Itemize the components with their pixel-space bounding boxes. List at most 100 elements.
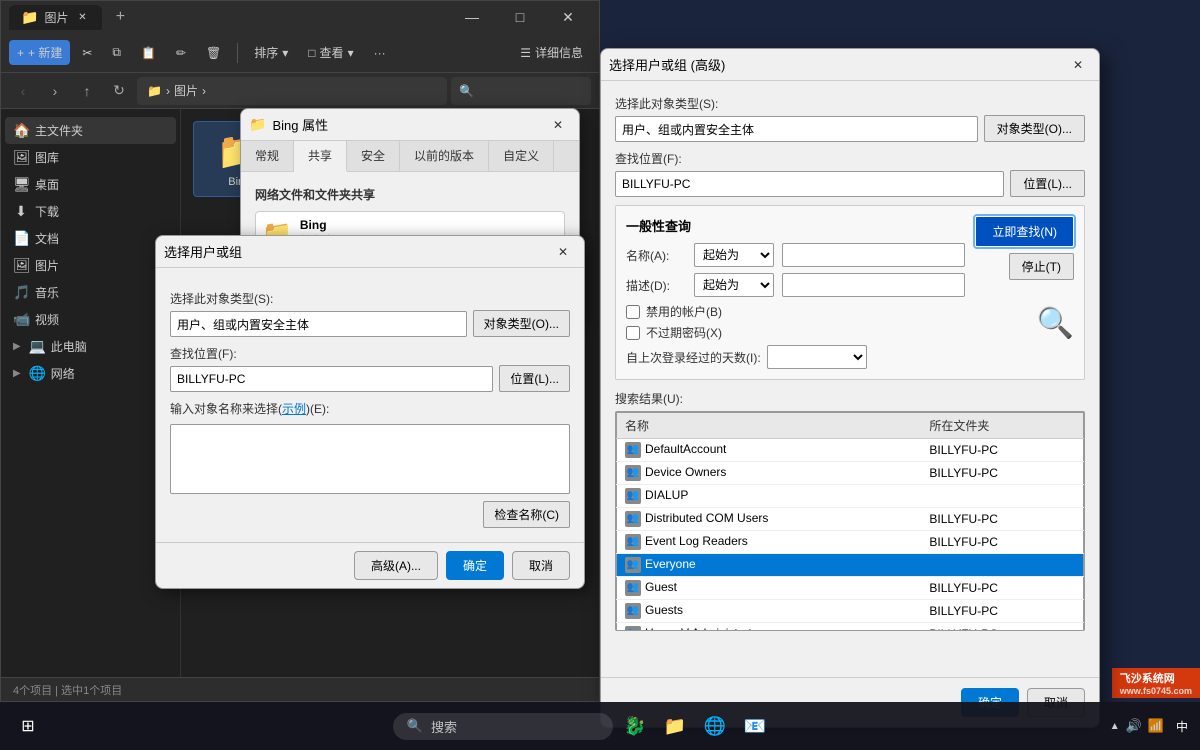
tab-general[interactable]: 常规 [241, 141, 294, 171]
desc-query-select[interactable]: 起始为 [694, 273, 774, 297]
table-row[interactable]: 👥DIALUP [617, 485, 1084, 508]
table-row[interactable]: 👥Device Owners BILLYFU-PC [617, 462, 1084, 485]
cut-btn[interactable]: ✂ [74, 42, 100, 64]
tray-volume-icon[interactable]: 🔊 [1126, 718, 1142, 734]
adv-object-type-input[interactable] [615, 116, 978, 142]
sidebar-item-network[interactable]: ▶ 🌐 网络 [5, 360, 176, 387]
results-scroll[interactable]: 名称 所在文件夹 👥DefaultAccount BILLYFU-PC 👥Dev… [615, 411, 1085, 631]
sidebar-item-gallery[interactable]: 🖼 图库 [5, 144, 176, 171]
start-btn[interactable]: ⊞ [8, 706, 48, 746]
select-user-cancel-btn[interactable]: 取消 [512, 551, 570, 580]
taskbar-icon-dragon[interactable]: 🐉 [617, 708, 653, 744]
tab-previous-versions[interactable]: 以前的版本 [400, 141, 489, 171]
sidebar-label-documents: 文档 [35, 230, 59, 247]
documents-icon: 📄 [13, 230, 29, 247]
new-btn[interactable]: + + 新建 [9, 40, 70, 65]
name-query-input[interactable] [782, 243, 965, 267]
sort-btn[interactable]: 排序 ▾ [246, 40, 296, 65]
copy-btn[interactable]: ⧉ [104, 41, 129, 64]
adv-object-type-btn[interactable]: 对象类型(O)... [984, 115, 1085, 142]
tray-arrow-icon[interactable]: ▲ [1110, 721, 1120, 732]
tab-share[interactable]: 共享 [294, 141, 347, 172]
bing-close-btn[interactable]: ✕ [545, 112, 571, 138]
col-folder[interactable]: 所在文件夹 [921, 413, 1083, 439]
table-row[interactable]: 👥DefaultAccount BILLYFU-PC [617, 439, 1084, 462]
example-link[interactable]: 示例 [282, 402, 306, 416]
select-user-close-btn[interactable]: ✕ [550, 239, 576, 265]
col-name[interactable]: 名称 [617, 413, 922, 439]
sidebar-item-documents[interactable]: 📄 文档 [5, 225, 176, 252]
sidebar-item-pictures[interactable]: 🖼 图片 [5, 252, 176, 279]
no-expire-pwd-row: 不过期密码(X) [626, 324, 965, 341]
sidebar-label-desktop: 桌面 [35, 176, 59, 193]
advanced-close-btn[interactable]: ✕ [1065, 52, 1091, 78]
result-name: 👥Distributed COM Users [617, 508, 922, 531]
object-name-textarea[interactable] [170, 424, 570, 494]
no-expire-pwd-checkbox[interactable] [626, 326, 640, 340]
select-user-content: 选择此对象类型(S): 对象类型(O)... 查找位置(F): 位置(L)...… [156, 268, 584, 542]
table-row[interactable]: 👥Hyper-V Administrators BILLYFU-PC [617, 623, 1084, 632]
details-btn[interactable]: ☰ 详细信息 [512, 40, 591, 65]
home-icon: 🏠 [13, 122, 29, 139]
tab-security[interactable]: 安全 [347, 141, 400, 171]
forward-btn[interactable]: › [41, 77, 69, 105]
object-type-input[interactable] [170, 311, 467, 337]
taskbar-search[interactable]: 🔍 搜索 [393, 713, 613, 740]
table-row[interactable]: 👥Event Log Readers BILLYFU-PC [617, 531, 1084, 554]
taskbar-icon-edge[interactable]: 🌐 [697, 708, 733, 744]
more-btn[interactable]: ··· [366, 42, 394, 64]
stop-btn[interactable]: 停止(T) [1009, 253, 1074, 280]
up-btn[interactable]: ↑ [73, 77, 101, 105]
object-type-btn[interactable]: 对象类型(O)... [473, 310, 570, 337]
adv-location-btn[interactable]: 位置(L)... [1010, 170, 1085, 197]
table-row[interactable]: 👥Guest BILLYFU-PC [617, 577, 1084, 600]
maximize-btn[interactable]: □ [497, 1, 543, 33]
location-btn[interactable]: 位置(L)... [499, 365, 570, 392]
close-btn[interactable]: ✕ [545, 1, 591, 33]
group-icon: 👥 [625, 557, 641, 573]
delete-btn[interactable]: 🗑 [198, 42, 229, 64]
sidebar-item-videos[interactable]: 📹 视频 [5, 306, 176, 333]
refresh-btn[interactable]: ↻ [105, 77, 133, 105]
desc-query-input[interactable] [782, 273, 965, 297]
select-user-ok-btn[interactable]: 确定 [446, 551, 504, 580]
new-tab-btn[interactable]: + [106, 3, 134, 31]
location-input[interactable] [170, 366, 493, 392]
tab-close-btn[interactable]: ✕ [74, 9, 90, 25]
sort-chevron-icon: ▾ [282, 46, 288, 60]
explorer-tab-pictures[interactable]: 📁 图片 ✕ [9, 5, 102, 30]
advanced-btn[interactable]: 高级(A)... [354, 551, 438, 580]
sidebar-item-music[interactable]: 🎵 音乐 [5, 279, 176, 306]
sidebar-item-desktop[interactable]: 🖥 桌面 [5, 171, 176, 198]
videos-icon: 📹 [13, 311, 29, 328]
adv-location-input[interactable] [615, 171, 1004, 197]
search-box[interactable]: 🔍 [451, 77, 591, 105]
tray-network-icon[interactable]: 📶 [1148, 718, 1164, 734]
table-row[interactable]: 👥Guests BILLYFU-PC [617, 600, 1084, 623]
find-now-btn[interactable]: 立即查找(N) [975, 216, 1074, 247]
disabled-account-checkbox[interactable] [626, 305, 640, 319]
address-path[interactable]: 📁 › 图片 › [137, 77, 447, 105]
sidebar-item-home[interactable]: 🏠 主文件夹 [5, 117, 176, 144]
back-btn[interactable]: ‹ [9, 77, 37, 105]
sidebar-item-thispc[interactable]: ▶ 💻 此电脑 [5, 333, 176, 360]
taskbar-icon-folder[interactable]: 📁 [657, 708, 693, 744]
taskbar-icon-email[interactable]: 📧 [737, 708, 773, 744]
table-row[interactable]: 👥Everyone [617, 554, 1084, 577]
table-row[interactable]: 👥Distributed COM Users BILLYFU-PC [617, 508, 1084, 531]
view-btn[interactable]: □ 查看 ▾ [300, 40, 361, 65]
gallery-icon: 🖼 [13, 149, 29, 166]
tab-customize[interactable]: 自定义 [489, 141, 554, 171]
sidebar-item-downloads[interactable]: ⬇ 下载 [5, 198, 176, 225]
name-query-select[interactable]: 起始为 [694, 243, 774, 267]
minimize-btn[interactable]: — [449, 1, 495, 33]
days-select[interactable] [767, 345, 867, 369]
result-folder: BILLYFU-PC [921, 508, 1083, 531]
rename-btn[interactable]: ✏ [168, 42, 194, 64]
group-icon: 👥 [625, 534, 641, 550]
check-name-btn[interactable]: 检查名称(C) [483, 501, 570, 528]
disabled-account-label: 禁用的帐户(B) [646, 303, 722, 320]
object-type-label: 选择此对象类型(S): [170, 290, 570, 307]
result-name: 👥Guest [617, 577, 922, 600]
paste-btn[interactable]: 📋 [133, 42, 164, 64]
